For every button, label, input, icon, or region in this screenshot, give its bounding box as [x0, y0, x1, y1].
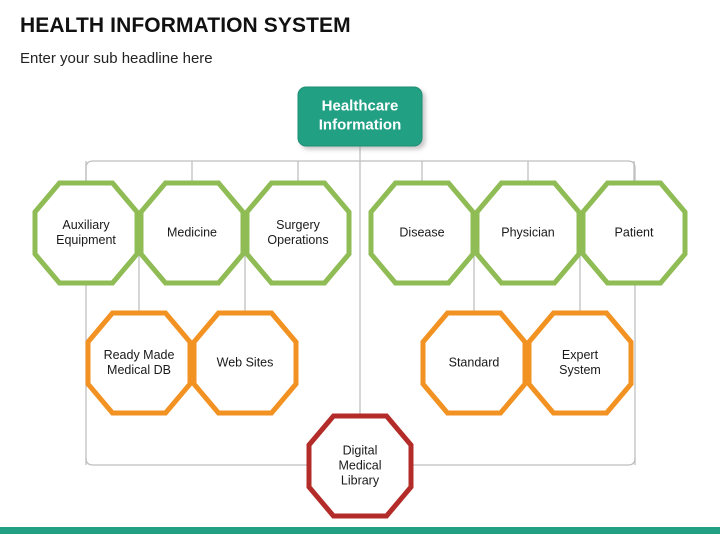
node-ready-made-medical-db[interactable]: Ready MadeMedical DB — [85, 310, 193, 416]
node-auxiliary-equipment[interactable]: AuxiliaryEquipment — [32, 180, 140, 286]
node-patient[interactable]: Patient — [580, 180, 688, 286]
node-healthcare-information[interactable]: Healthcare Information — [297, 86, 423, 147]
node-standard[interactable]: Standard — [420, 310, 528, 416]
footer-accent-bar — [0, 527, 720, 534]
node-label-line: Surgery — [276, 218, 321, 232]
node-label-line: Library — [341, 473, 380, 487]
node-label-line: Patient — [615, 225, 654, 239]
node-digital-medical-library[interactable]: DigitalMedicalLibrary — [306, 413, 414, 519]
hexagon-hierarchy-diagram: AuxiliaryEquipment Medicine SurgeryOperati… — [32, 86, 688, 519]
node-label-line: Operations — [267, 233, 328, 247]
node-label-line: Disease — [399, 225, 444, 239]
slide-canvas: HEALTH INFORMATION SYSTEM Enter your sub… — [0, 0, 720, 540]
node-disease[interactable]: Disease — [368, 180, 476, 286]
node-label-line: Auxiliary — [62, 218, 110, 232]
node-label-line: Medical DB — [107, 363, 171, 377]
node-expert-system[interactable]: ExpertSystem — [526, 310, 634, 416]
node-label-line: System — [559, 363, 601, 377]
node-label-line: Physician — [501, 225, 555, 239]
node-label-line: Expert — [562, 348, 599, 362]
node-label-line: Digital — [343, 443, 378, 457]
node-label-line: Healthcare — [322, 97, 399, 114]
node-label-line: Web Sites — [217, 355, 274, 369]
node-physician[interactable]: Physician — [474, 180, 582, 286]
node-label-line: Standard — [449, 355, 500, 369]
node-label-line: Equipment — [56, 233, 116, 247]
node-label-line: Medical — [338, 458, 381, 472]
node-surgery-operations[interactable]: SurgeryOperations — [244, 180, 352, 286]
node-label-line: Medicine — [167, 225, 217, 239]
node-label-line: Information — [319, 116, 402, 133]
node-web-sites[interactable]: Web Sites — [191, 310, 299, 416]
node-medicine[interactable]: Medicine — [138, 180, 246, 286]
node-label-line: Ready Made — [104, 348, 175, 362]
